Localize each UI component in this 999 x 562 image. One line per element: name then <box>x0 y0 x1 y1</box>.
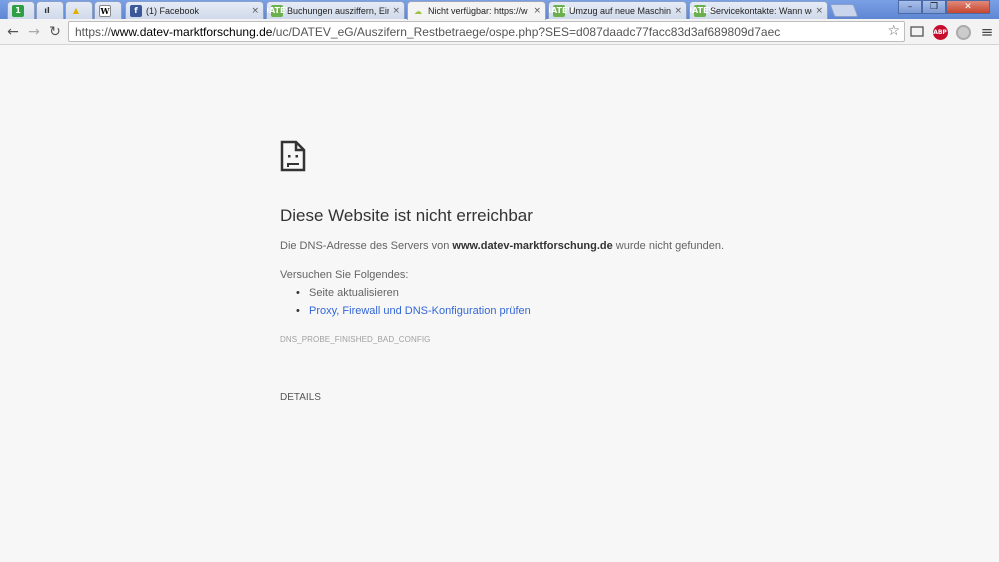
tab-close-icon[interactable]: × <box>674 6 682 16</box>
adblock-icon[interactable]: ABP <box>931 23 949 41</box>
datev-icon: DATEV <box>690 4 715 17</box>
check-config-link[interactable]: Proxy, Firewall und DNS-Konfiguration pr… <box>309 305 531 317</box>
error-description: Die DNS-Adresse des Servers von www.date… <box>280 240 724 252</box>
forward-button[interactable]: → <box>24 22 44 42</box>
extension-icon[interactable] <box>954 23 972 41</box>
tab-title: (1) Facebook <box>146 5 200 16</box>
try-label: Versuchen Sie Folgendes: <box>280 269 409 281</box>
tab-strip: 1 ıl ▲ W f (1) Facebook × DATEV Buchunge… <box>0 0 999 20</box>
details-button[interactable]: DETAILS <box>280 392 321 403</box>
tab-close-icon[interactable]: × <box>533 6 541 16</box>
warning-icon: ▲ <box>72 6 80 15</box>
bars-icon: ıl <box>44 6 50 15</box>
tab-title: Umzug auf neue Maschine <box>569 5 672 16</box>
datev-icon: DATEV <box>549 4 574 17</box>
suggestion-list: Seite aktualisieren Proxy, Firewall und … <box>296 287 531 323</box>
tab-title: Servicekontakte: Wann we <box>710 5 813 16</box>
tab-active-nicht-verfuegbar[interactable]: ☁ Nicht verfügbar: https://w × <box>407 1 546 20</box>
close-window-button[interactable]: ✕ <box>946 0 990 14</box>
sad-page-icon <box>280 140 306 176</box>
tab-umzug[interactable]: DATEV Umzug auf neue Maschine × <box>548 1 687 19</box>
wikipedia-icon: W <box>99 4 111 17</box>
maximize-button[interactable]: ❐ <box>922 0 946 14</box>
error-page: Diese Website ist nicht erreichbar Die D… <box>0 46 999 562</box>
url-prefix: https:// <box>75 24 112 39</box>
tab-title: Buchungen ausziffern, Ein <box>287 5 390 16</box>
error-code: DNS_PROBE_FINISHED_BAD_CONFIG <box>280 335 431 344</box>
error-title: Diese Website ist nicht erreichbar <box>280 206 533 225</box>
new-tab-button[interactable] <box>829 4 859 17</box>
browser-toolbar: ← → ↻ https://www.datev-marktforschung.d… <box>0 19 999 45</box>
tab-0[interactable]: 1 <box>7 1 35 19</box>
tab-title: Nicht verfügbar: https://w <box>428 6 528 16</box>
tab-3[interactable]: W <box>94 1 122 19</box>
tab-close-icon[interactable]: × <box>251 6 259 16</box>
tab-close-icon[interactable]: × <box>815 6 823 16</box>
url-host: www.datev-marktforschung.de <box>111 24 273 39</box>
facebook-icon: f <box>130 4 142 17</box>
suggestion-text: Seite aktualisieren <box>309 287 399 299</box>
suggestion-check-config: Proxy, Firewall und DNS-Konfiguration pr… <box>296 305 531 323</box>
menu-icon[interactable]: ≡ <box>978 23 996 41</box>
tab-buchungen[interactable]: DATEV Buchungen ausziffern, Ein × <box>266 1 405 19</box>
cloud-icon: ☁ <box>414 6 422 16</box>
suggestion-reload: Seite aktualisieren <box>296 287 531 305</box>
tab-2[interactable]: ▲ <box>65 1 93 19</box>
url-path: /uc/DATEV_eG/Auszifern_Restbetraege/ospe… <box>272 24 781 39</box>
tab-servicekontakte[interactable]: DATEV Servicekontakte: Wann we × <box>689 1 828 19</box>
address-bar[interactable]: https://www.datev-marktforschung.de/uc/D… <box>68 21 905 42</box>
desc-host: www.datev-marktforschung.de <box>452 240 613 252</box>
bookmark-star-icon[interactable]: ☆ <box>887 23 900 39</box>
tab-close-icon[interactable]: × <box>392 6 400 16</box>
tab-1[interactable]: ıl <box>36 1 64 19</box>
tab-facebook[interactable]: f (1) Facebook × <box>125 1 264 19</box>
desc-after: wurde nicht gefunden. <box>612 240 725 252</box>
back-button[interactable]: ← <box>3 22 23 42</box>
gray-circle-icon <box>955 24 971 40</box>
desc-before: Die DNS-Adresse des Servers von <box>280 240 453 252</box>
abp-label: ABP <box>932 24 948 40</box>
datev-icon: DATEV <box>267 4 292 17</box>
green-circle-icon: 1 <box>12 4 24 17</box>
reload-button[interactable]: ↻ <box>45 22 65 42</box>
cast-icon[interactable] <box>908 23 926 41</box>
minimize-button[interactable]: – <box>898 0 922 14</box>
url-text: https://www.datev-marktforschung.de/uc/D… <box>75 25 780 39</box>
